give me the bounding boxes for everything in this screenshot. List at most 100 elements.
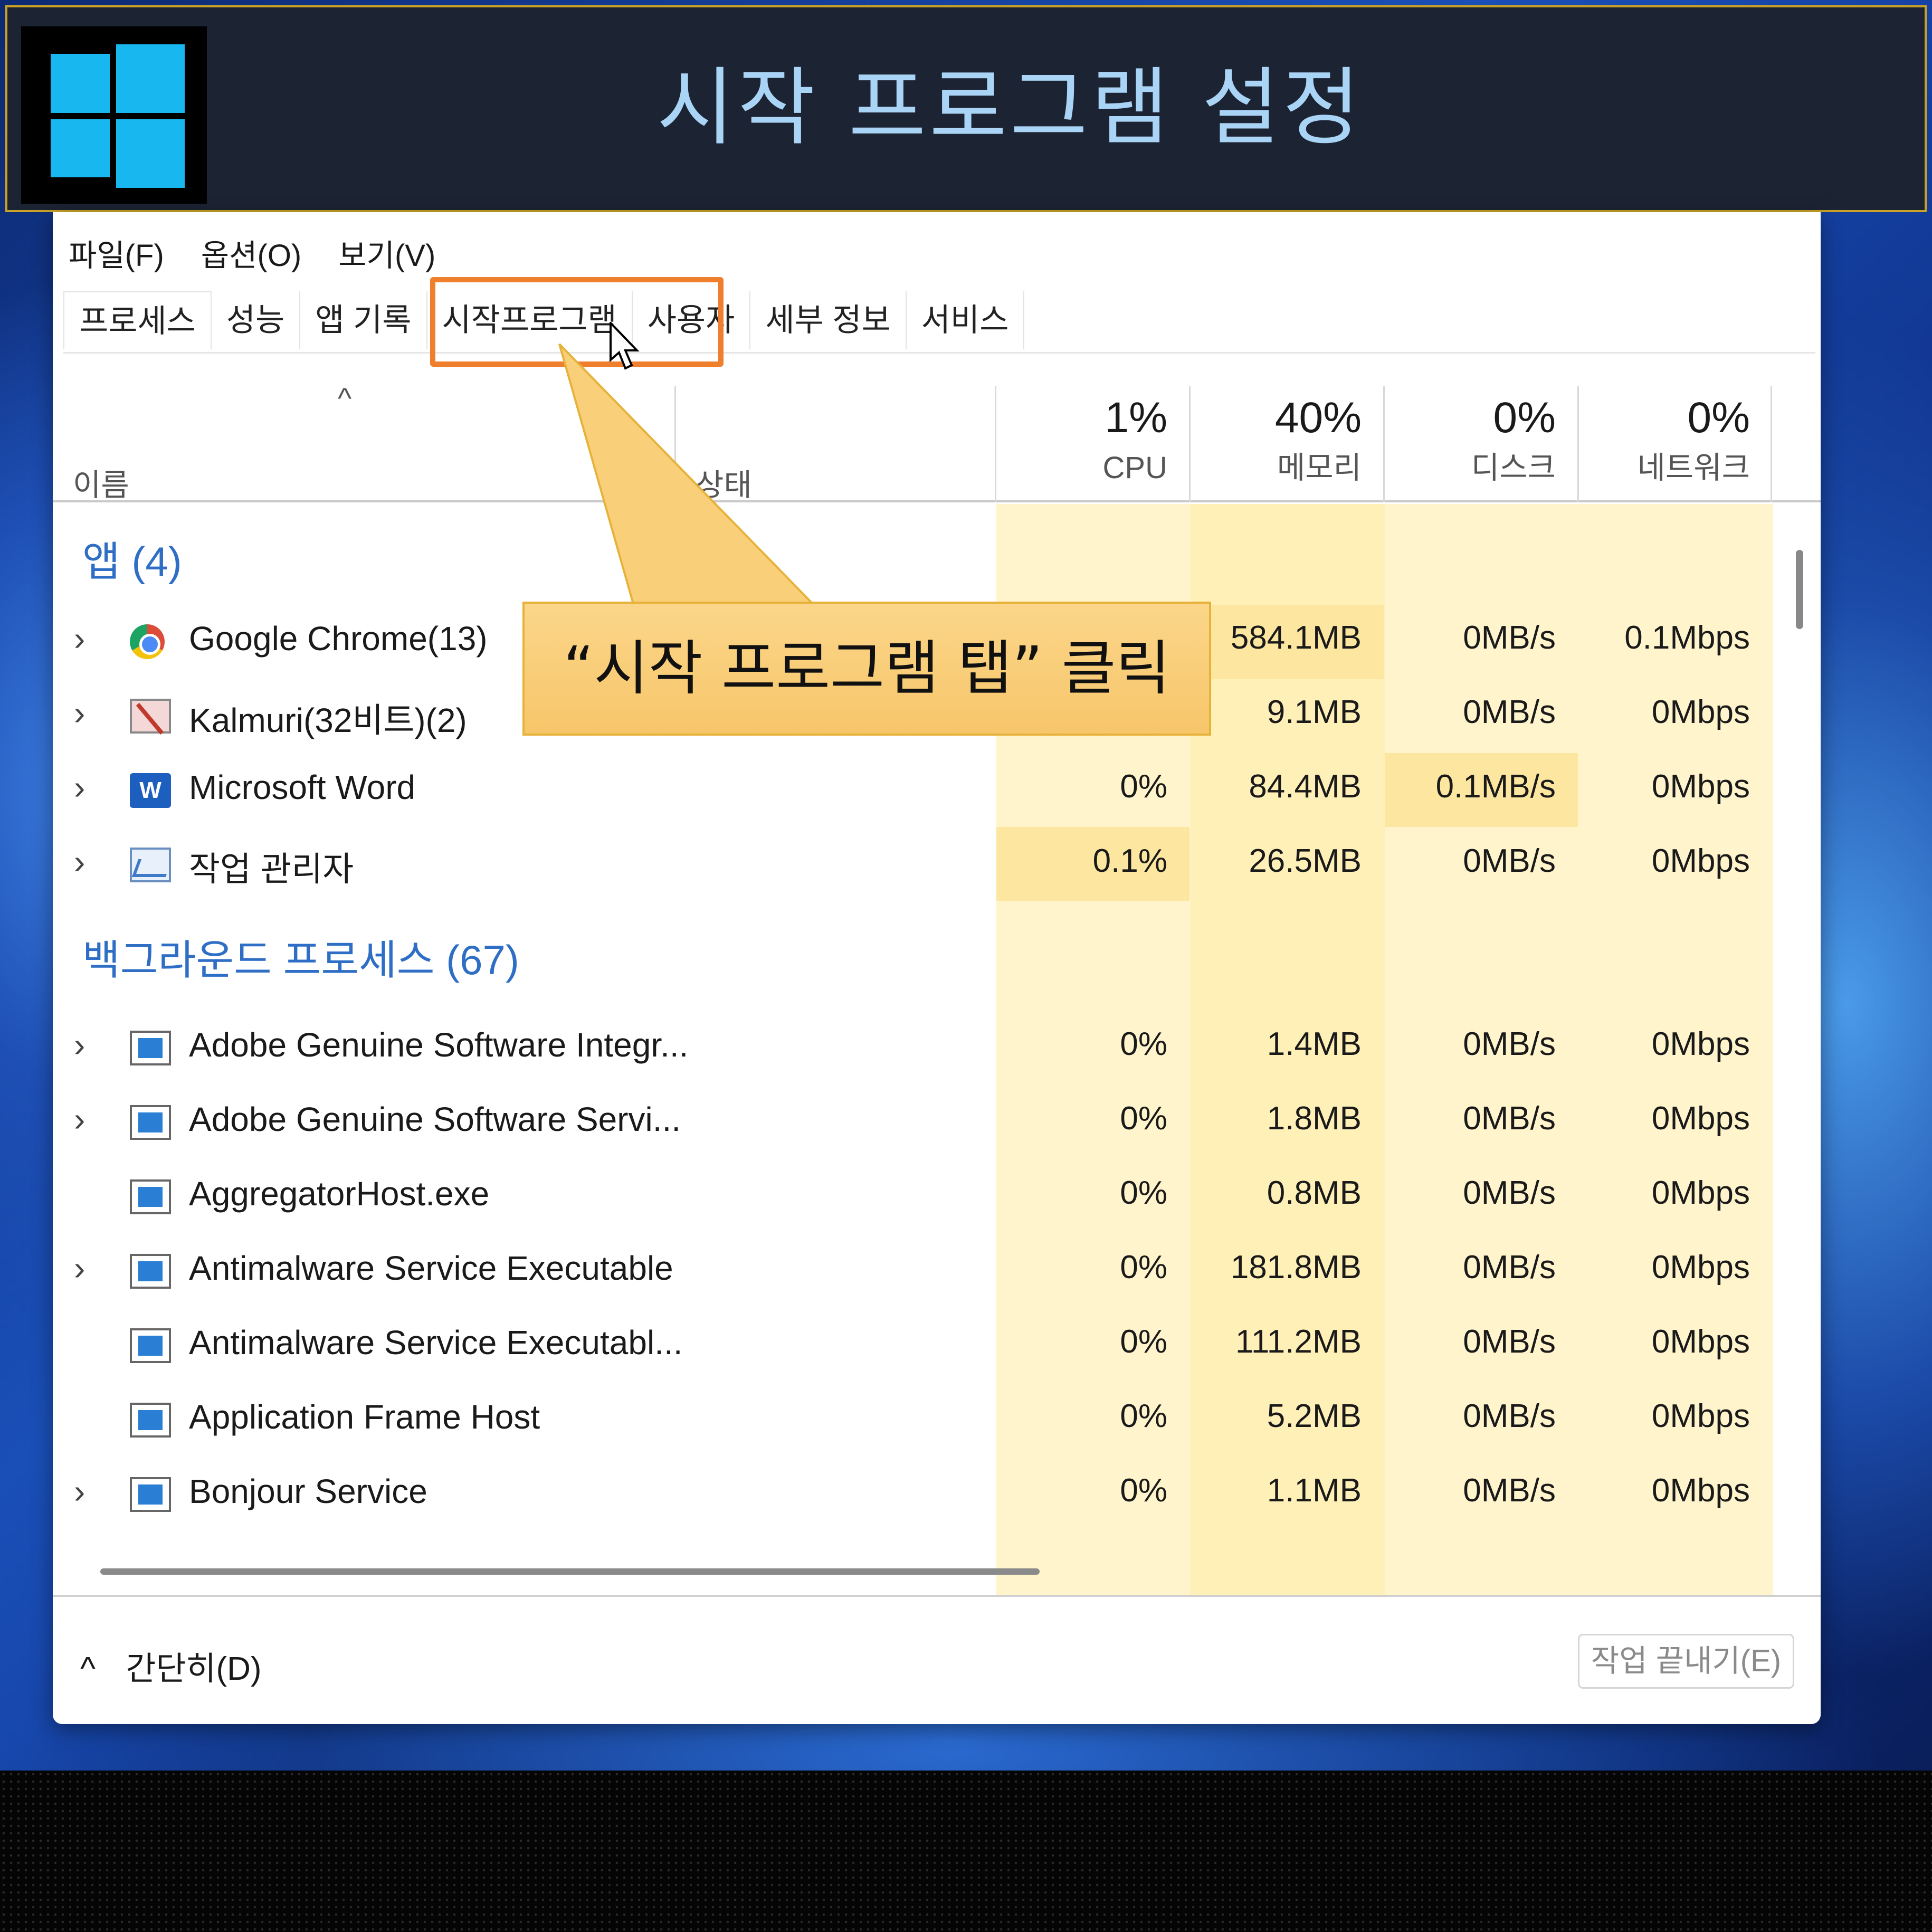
process-mem: 1.1MB — [1267, 1472, 1362, 1509]
tab-details[interactable]: 세부 정보 — [750, 291, 907, 349]
menu-view[interactable]: 보기(V) — [338, 232, 435, 280]
header-banner: 시작 프로그램 설정 — [5, 5, 1927, 212]
process-cpu: 0% — [1120, 768, 1167, 805]
process-name: Antimalware Service Executable — [189, 1249, 673, 1287]
column-header: ^ 이름 상태 1% CPU 40% 메모리 0% 디스크 0% 네트워크 — [53, 370, 1821, 502]
process-disk: 0MB/s — [1463, 1100, 1556, 1137]
process-disk: 0MB/s — [1463, 1398, 1556, 1434]
process-mem: 5.2MB — [1267, 1398, 1362, 1434]
chevron-right-icon[interactable]: › — [74, 768, 85, 807]
process-net: 0Mbps — [1651, 768, 1750, 805]
process-cpu: 0% — [1120, 1472, 1167, 1509]
process-cpu: 0% — [1120, 1324, 1167, 1360]
process-net: 0Mbps — [1651, 1324, 1750, 1360]
process-disk: 0MB/s — [1463, 1472, 1556, 1509]
process-icon — [130, 1328, 171, 1363]
process-name: Antimalware Service Executabl... — [189, 1324, 683, 1362]
column-name[interactable]: 이름 — [73, 460, 129, 505]
menu-options[interactable]: 옵션(O) — [201, 232, 301, 280]
instruction-callout: “시작 프로그램 탭” 클릭 — [522, 602, 1211, 736]
process-name: Google Chrome(13) — [189, 620, 488, 658]
process-name: AggregatorHost.exe — [189, 1175, 490, 1213]
process-mem: 1.8MB — [1267, 1100, 1362, 1137]
process-net: 0Mbps — [1651, 694, 1750, 730]
word-icon: W — [130, 773, 171, 808]
table-row[interactable]: › Adobe Genuine Software Integr... 0% 1.4MB… — [53, 1010, 1773, 1083]
column-network[interactable]: 0% 네트워크 — [1571, 392, 1750, 492]
table-row[interactable]: Antimalware Service Executabl... 0% 111.2M… — [53, 1307, 1773, 1381]
process-name: 작업 관리자 — [189, 850, 354, 888]
process-net: 0Mbps — [1651, 1175, 1750, 1211]
process-net: 0Mbps — [1651, 1398, 1750, 1434]
chevron-right-icon[interactable]: › — [74, 693, 85, 732]
column-memory[interactable]: 40% 메모리 — [1182, 392, 1362, 492]
menu-file[interactable]: 파일(F) — [69, 232, 164, 280]
kalmuri-icon — [130, 699, 171, 734]
process-disk: 0MB/s — [1463, 694, 1556, 730]
group-background: 백그라운드 프로세스 (67) — [82, 937, 519, 983]
chevron-right-icon[interactable]: › — [74, 1025, 85, 1064]
process-icon — [130, 1254, 171, 1289]
table-row[interactable]: › Bonjour Service 0% 1.1MB 0MB/s 0Mbps — [53, 1456, 1773, 1530]
windows-logo-icon — [21, 26, 207, 204]
table-row[interactable]: › Antimalware Service Executable 0% 181.8MB… — [53, 1233, 1773, 1307]
process-net: 0Mbps — [1651, 1026, 1750, 1062]
table-row[interactable]: AggregatorHost.exe 0% 0.8MB 0MB/s 0Mbps — [53, 1158, 1773, 1232]
table-row[interactable]: › W Microsoft Word 0% 84.4MB 0.1MB/s 0Mbps — [53, 752, 1773, 826]
chevron-right-icon[interactable]: › — [74, 1472, 85, 1511]
process-disk: 0MB/s — [1463, 1175, 1556, 1211]
process-net: 0Mbps — [1651, 1100, 1750, 1137]
group-apps: 앱 (4) — [82, 538, 182, 585]
process-name: Bonjour Service — [189, 1472, 427, 1510]
chevron-right-icon[interactable]: › — [74, 619, 85, 658]
process-disk: 0MB/s — [1463, 1249, 1556, 1286]
table-row[interactable]: › Adobe Genuine Software Servi... 0% 1.8MB 0… — [53, 1084, 1773, 1158]
sort-arrow-icon: ^ — [338, 382, 352, 415]
vertical-scrollbar[interactable] — [1796, 550, 1803, 629]
task-manager-icon — [130, 848, 171, 882]
process-cpu: 0% — [1120, 1026, 1167, 1062]
chevron-right-icon[interactable]: › — [74, 1249, 85, 1288]
process-net: 0.1Mbps — [1624, 620, 1750, 656]
process-mem: 0.8MB — [1267, 1175, 1362, 1211]
process-cpu: 0% — [1120, 1398, 1167, 1434]
tab-performance[interactable]: 성능 — [212, 291, 301, 349]
tab-bar: 프로세스 성능 앱 기록 시작프로그램 사용자 세부 정보 서비스 — [63, 291, 1815, 354]
fewer-details-button[interactable]: ^ 간단히(D) — [80, 1642, 262, 1689]
process-icon — [130, 1179, 171, 1214]
chevron-right-icon[interactable]: › — [74, 1100, 85, 1139]
table-row[interactable]: › 작업 관리자 0.1% 26.5MB 0MB/s 0Mbps — [53, 826, 1773, 900]
tab-processes[interactable]: 프로세스 — [63, 291, 212, 349]
mouse-cursor-icon — [610, 322, 640, 370]
process-cpu: 0% — [1120, 1249, 1167, 1286]
column-disk[interactable]: 0% 디스크 — [1376, 392, 1556, 492]
tab-app-history[interactable]: 앱 기록 — [300, 291, 427, 349]
process-mem: 26.5MB — [1249, 843, 1362, 879]
table-row[interactable]: Application Frame Host 0% 5.2MB 0MB/s 0Mbps — [53, 1382, 1773, 1455]
process-net: 0Mbps — [1651, 1472, 1750, 1509]
process-disk: 0MB/s — [1463, 843, 1556, 879]
chevron-right-icon[interactable]: › — [74, 842, 85, 881]
horizontal-scrollbar[interactable] — [100, 1568, 1040, 1575]
column-cpu[interactable]: 1% CPU — [988, 392, 1167, 492]
end-task-button[interactable]: 작업 끝내기(E) — [1578, 1634, 1794, 1689]
process-disk: 0MB/s — [1463, 620, 1556, 656]
task-manager-window: 파일(F) 옵션(O) 보기(V) 프로세스 성능 앱 기록 시작프로그램 사용… — [53, 212, 1821, 1724]
process-name: Kalmuri(32비트)(2) — [189, 701, 467, 739]
process-net: 0Mbps — [1651, 843, 1750, 879]
menu-bar: 파일(F) 옵션(O) 보기(V) — [69, 232, 435, 280]
fewer-details-label: 간단히(D) — [126, 1651, 262, 1687]
process-net: 0Mbps — [1651, 1249, 1750, 1286]
process-disk: 0MB/s — [1463, 1324, 1556, 1360]
process-name: Microsoft Word — [189, 768, 416, 806]
footer-bar: ^ 간단히(D) 작업 끝내기(E) — [53, 1595, 1821, 1724]
process-mem: 84.4MB — [1249, 768, 1362, 805]
process-mem: 1.4MB — [1267, 1026, 1362, 1062]
process-cpu: 0% — [1120, 1100, 1167, 1137]
process-name: Adobe Genuine Software Integr... — [189, 1026, 689, 1064]
tab-services[interactable]: 서비스 — [907, 291, 1025, 349]
dotted-background — [0, 1771, 1932, 1932]
process-disk: 0.1MB/s — [1435, 768, 1556, 805]
process-name: Application Frame Host — [189, 1398, 540, 1436]
column-status[interactable]: 상태 — [696, 460, 752, 505]
